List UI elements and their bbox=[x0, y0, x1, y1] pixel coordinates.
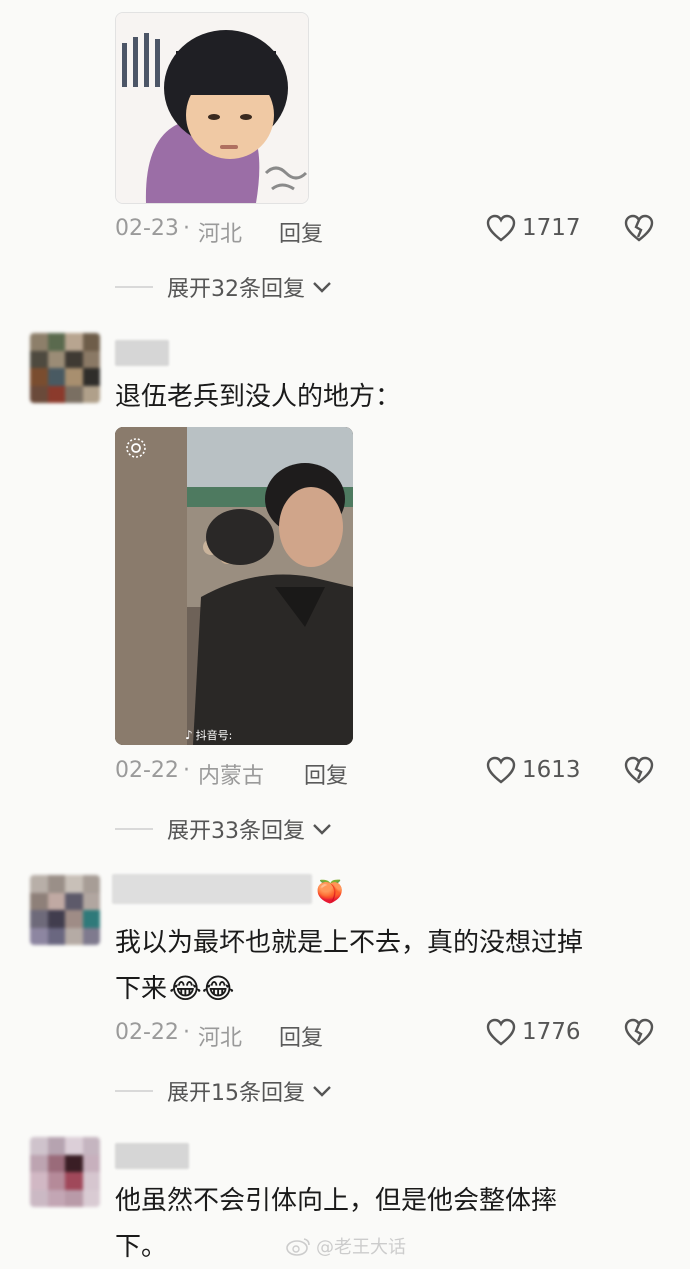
broken-heart-icon bbox=[624, 756, 654, 784]
live-photo-icon bbox=[126, 438, 146, 458]
expand-replies-button[interactable]: 展开33条回复 bbox=[115, 813, 333, 845]
emoji-laughing-crying: 😂 bbox=[201, 972, 235, 1005]
comment-text-line2: 下来 😂 😂 bbox=[115, 967, 234, 1011]
divider-line bbox=[115, 286, 153, 288]
expand-replies-label: 展开15条回复 bbox=[167, 1081, 305, 1106]
like-count: 1717 bbox=[522, 215, 581, 241]
like-button[interactable]: 1613 bbox=[486, 756, 581, 784]
comment-text-line1: 我以为最坏也就是上不去，真的没想过掉 bbox=[115, 928, 584, 958]
username-redacted[interactable] bbox=[115, 1143, 189, 1169]
heart-outline-icon bbox=[486, 756, 516, 784]
heart-outline-icon bbox=[486, 1018, 516, 1046]
chevron-down-icon bbox=[313, 824, 331, 835]
username-redacted[interactable] bbox=[112, 874, 312, 904]
tiktok-logo-icon: ♪ bbox=[185, 728, 193, 742]
comment-image-sticker[interactable] bbox=[115, 12, 309, 204]
like-count: 1613 bbox=[522, 757, 581, 783]
comment-text-line2: 下。 bbox=[115, 1232, 168, 1262]
divider-line bbox=[115, 828, 153, 830]
dislike-button[interactable] bbox=[624, 214, 654, 246]
video-frame-image bbox=[115, 427, 353, 745]
comment-text-line2-text: 下来 bbox=[115, 974, 168, 1004]
reply-button[interactable]: 回复 bbox=[279, 216, 323, 248]
video-source-tag: ♪ 抖音号: bbox=[185, 727, 232, 743]
comment-text-line1: 他虽然不会引体向上，但是他会整体摔 bbox=[115, 1186, 558, 1216]
meta-separator: · bbox=[183, 216, 190, 241]
weibo-logo-icon bbox=[286, 1238, 310, 1256]
avatar[interactable] bbox=[30, 875, 100, 945]
reply-button[interactable]: 回复 bbox=[304, 758, 348, 790]
like-button[interactable]: 1776 bbox=[486, 1018, 581, 1046]
expand-replies-button[interactable]: 展开32条回复 bbox=[115, 271, 333, 303]
comment-region: 河北 bbox=[198, 1026, 243, 1051]
meta-separator: · bbox=[183, 1020, 190, 1045]
avatar[interactable] bbox=[30, 1137, 100, 1207]
avatar[interactable] bbox=[30, 333, 100, 403]
comment-date: 02-22 bbox=[115, 758, 179, 783]
dislike-button[interactable] bbox=[624, 756, 654, 788]
comment-date: 02-22 bbox=[115, 1020, 179, 1045]
comment-text: 退伍老兵到没人的地方： bbox=[115, 382, 402, 412]
chevron-down-icon bbox=[313, 282, 331, 293]
like-button[interactable]: 1717 bbox=[486, 214, 581, 242]
peach-badge-icon: 🍑 bbox=[316, 880, 344, 905]
sticker-illustration bbox=[116, 13, 308, 203]
comment-region: 河北 bbox=[198, 222, 243, 247]
heart-outline-icon bbox=[486, 214, 516, 242]
meta-separator: · bbox=[183, 758, 190, 783]
expand-replies-label: 展开32条回复 bbox=[167, 277, 305, 302]
comment-region: 内蒙古 bbox=[198, 764, 265, 789]
emoji-laughing-crying: 😂 bbox=[169, 972, 202, 1005]
chevron-down-icon bbox=[313, 1086, 331, 1097]
reply-button[interactable]: 回复 bbox=[279, 1020, 323, 1052]
watermark-text: @老王大话 bbox=[316, 1237, 406, 1258]
divider-line bbox=[115, 1090, 153, 1092]
broken-heart-icon bbox=[624, 214, 654, 242]
expand-replies-button[interactable]: 展开15条回复 bbox=[115, 1075, 333, 1107]
dislike-button[interactable] bbox=[624, 1018, 654, 1050]
broken-heart-icon bbox=[624, 1018, 654, 1046]
video-source-text: 抖音号: bbox=[195, 729, 233, 742]
username-redacted[interactable] bbox=[115, 340, 169, 366]
expand-replies-label: 展开33条回复 bbox=[167, 819, 305, 844]
comment-video-thumbnail[interactable]: ♪ 抖音号: bbox=[115, 427, 353, 745]
comment-date: 02-23 bbox=[115, 216, 179, 241]
watermark: @老王大话 bbox=[286, 1233, 406, 1259]
like-count: 1776 bbox=[522, 1019, 581, 1045]
